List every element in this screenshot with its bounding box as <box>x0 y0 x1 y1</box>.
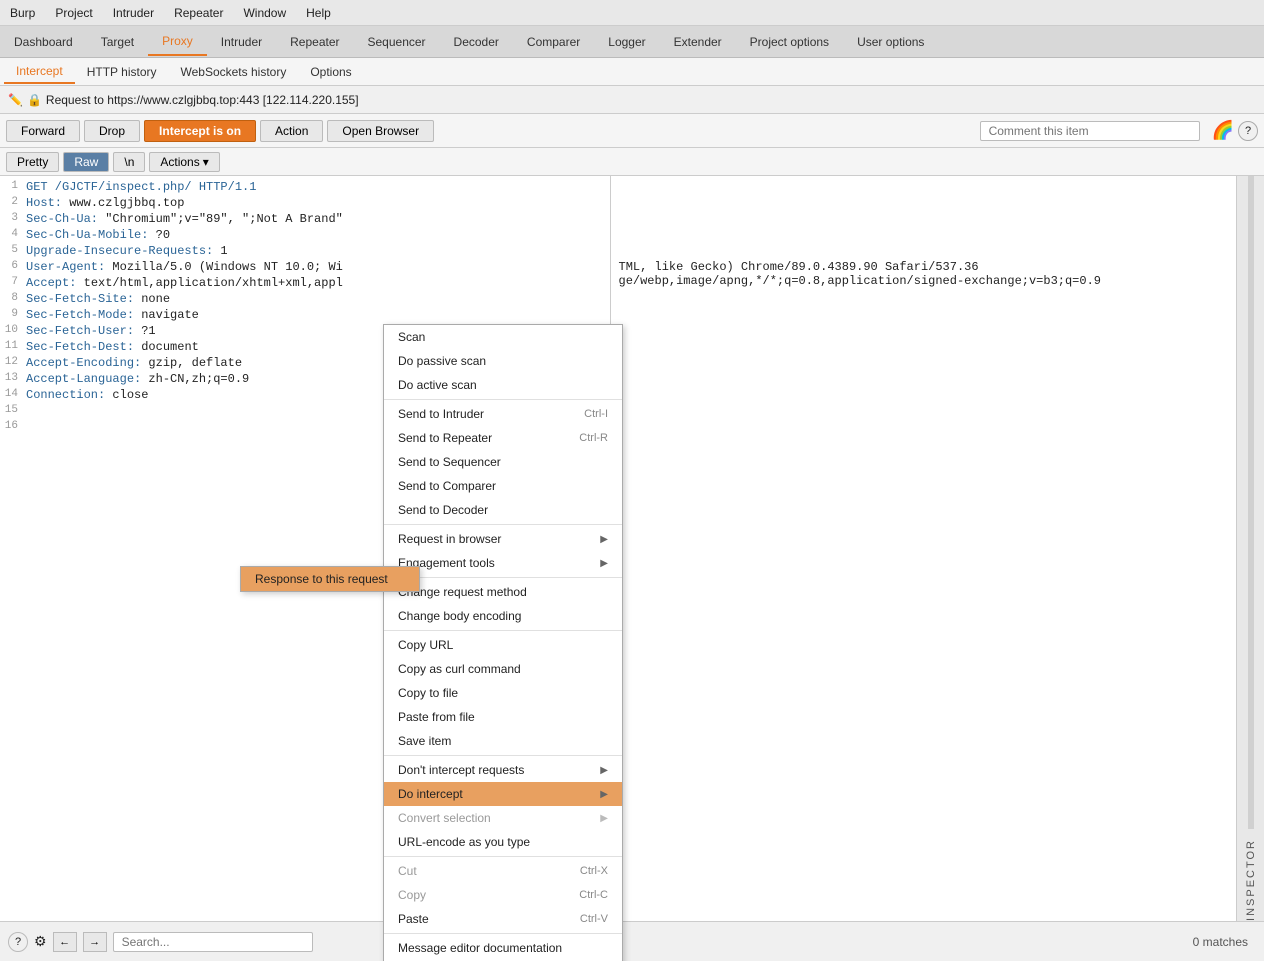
tab-extender[interactable]: Extender <box>660 29 736 55</box>
menu-request-browser[interactable]: Request in browser ▶ <box>384 527 622 551</box>
separator-6 <box>384 856 622 857</box>
tab-sequencer[interactable]: Sequencer <box>354 29 440 55</box>
menu-dont-intercept[interactable]: Don't intercept requests ▶ <box>384 758 622 782</box>
forward-nav-button[interactable]: → <box>83 932 107 952</box>
gear-icon[interactable]: ⚙ <box>34 933 47 950</box>
submenu-response-to-request[interactable]: Response to this request <box>241 567 419 591</box>
tab-dashboard[interactable]: Dashboard <box>0 29 87 55</box>
request-url: Request to https://www.czlgjbbq.top:443 … <box>46 93 359 107</box>
burp-logo-icon: 🌈 <box>1212 120 1234 141</box>
menu-send-decoder[interactable]: Send to Decoder <box>384 498 622 522</box>
tab-intruder[interactable]: Intruder <box>207 29 276 55</box>
toolbar: Forward Drop Intercept is on Action Open… <box>0 114 1264 148</box>
menu-cut: Cut Ctrl-X <box>384 859 622 883</box>
line-9: 9 Sec-Fetch-Mode: navigate <box>0 308 610 324</box>
action-button[interactable]: Action <box>260 120 323 142</box>
tab-pretty[interactable]: Pretty <box>6 152 59 172</box>
do-intercept-submenu: Response to this request <box>240 566 420 592</box>
line-1: 1 GET /GJCTF/inspect.php/ HTTP/1.1 <box>0 180 610 196</box>
right-panel-content: TML, like Gecko) Chrome/89.0.4389.90 Saf… <box>619 260 1229 288</box>
help-circle-icon[interactable]: ? <box>8 932 28 952</box>
menu-url-encode[interactable]: URL-encode as you type <box>384 830 622 854</box>
tab-raw[interactable]: Raw <box>63 152 109 172</box>
menu-send-repeater[interactable]: Send to Repeater Ctrl-R <box>384 426 622 450</box>
menubar: Burp Project Intruder Repeater Window He… <box>0 0 1264 26</box>
chevron-down-icon: ▾ <box>203 155 209 169</box>
separator-7 <box>384 933 622 934</box>
statusbar-left: ? ⚙ ← → <box>8 932 313 952</box>
edit-icon: ✏️ <box>8 93 23 107</box>
help-icon[interactable]: ? <box>1238 121 1258 141</box>
menu-burp[interactable]: Burp <box>0 3 45 23</box>
forward-button[interactable]: Forward <box>6 120 80 142</box>
editor-tabs: Pretty Raw \n Actions ▾ <box>0 148 1264 176</box>
separator-1 <box>384 399 622 400</box>
menu-project[interactable]: Project <box>45 3 102 23</box>
inspector-drag-handle[interactable] <box>1248 176 1254 829</box>
separator-4 <box>384 630 622 631</box>
menu-send-comparer[interactable]: Send to Comparer <box>384 474 622 498</box>
inspector-panel: INSPECTOR <box>1236 176 1264 921</box>
menu-copy-curl[interactable]: Copy as curl command <box>384 657 622 681</box>
comment-input[interactable] <box>980 121 1200 141</box>
tab-decoder[interactable]: Decoder <box>440 29 513 55</box>
subtab-intercept[interactable]: Intercept <box>4 60 75 84</box>
line-7: 7 Accept: text/html,application/xhtml+xm… <box>0 276 610 292</box>
matches-count: 0 matches <box>1193 935 1248 949</box>
menu-paste-from-file[interactable]: Paste from file <box>384 705 622 729</box>
menu-send-intruder[interactable]: Send to Intruder Ctrl-I <box>384 402 622 426</box>
tab-hex[interactable]: \n <box>113 152 145 172</box>
menu-intruder[interactable]: Intruder <box>103 3 164 23</box>
menu-save-item[interactable]: Save item <box>384 729 622 753</box>
tab-logger[interactable]: Logger <box>594 29 659 55</box>
inspector-label: INSPECTOR <box>1245 839 1257 921</box>
tab-target[interactable]: Target <box>87 29 148 55</box>
subtab-websockets-history[interactable]: WebSockets history <box>169 61 299 83</box>
tab-repeater[interactable]: Repeater <box>276 29 353 55</box>
menu-repeater[interactable]: Repeater <box>164 3 233 23</box>
menu-change-body-encoding[interactable]: Change body encoding <box>384 604 622 628</box>
request-bar: ✏️ 🔒 Request to https://www.czlgjbbq.top… <box>0 86 1264 114</box>
tab-comparer[interactable]: Comparer <box>513 29 594 55</box>
open-browser-button[interactable]: Open Browser <box>327 120 434 142</box>
menu-copy-to-file[interactable]: Copy to file <box>384 681 622 705</box>
search-input[interactable] <box>113 932 313 952</box>
line-8: 8 Sec-Fetch-Site: none <box>0 292 610 308</box>
context-menu: Scan Do passive scan Do active scan Send… <box>383 324 623 961</box>
menu-send-sequencer[interactable]: Send to Sequencer <box>384 450 622 474</box>
menu-do-intercept[interactable]: Do intercept ▶ <box>384 782 622 806</box>
lock-icon: 🔒 <box>27 93 42 107</box>
menu-active-scan[interactable]: Do active scan <box>384 373 622 397</box>
back-button[interactable]: ← <box>53 932 77 952</box>
actions-dropdown-button[interactable]: Actions ▾ <box>149 152 219 172</box>
subtab-options[interactable]: Options <box>298 61 363 83</box>
separator-2 <box>384 524 622 525</box>
tab-user-options[interactable]: User options <box>843 29 938 55</box>
line-2: 2 Host: www.czlgjbbq.top <box>0 196 610 212</box>
menu-window[interactable]: Window <box>233 3 296 23</box>
line-4: 4 Sec-Ch-Ua-Mobile: ?0 <box>0 228 610 244</box>
tab-project-options[interactable]: Project options <box>736 29 843 55</box>
intercept-on-button[interactable]: Intercept is on <box>144 120 256 142</box>
proxy-subtabbar: Intercept HTTP history WebSockets histor… <box>0 58 1264 86</box>
tab-proxy[interactable]: Proxy <box>148 28 207 56</box>
main-tabbar: Dashboard Target Proxy Intruder Repeater… <box>0 26 1264 58</box>
menu-message-editor-doc[interactable]: Message editor documentation <box>384 936 622 960</box>
subtab-http-history[interactable]: HTTP history <box>75 61 169 83</box>
menu-help[interactable]: Help <box>296 3 341 23</box>
statusbar: ? ⚙ ← → 0 matches <box>0 921 1264 961</box>
menu-paste[interactable]: Paste Ctrl-V <box>384 907 622 931</box>
drop-button[interactable]: Drop <box>84 120 140 142</box>
menu-passive-scan[interactable]: Do passive scan <box>384 349 622 373</box>
menu-convert-selection: Convert selection ▶ <box>384 806 622 830</box>
menu-copy: Copy Ctrl-C <box>384 883 622 907</box>
line-3: 3 Sec-Ch-Ua: "Chromium";v="89", ";Not A … <box>0 212 610 228</box>
separator-5 <box>384 755 622 756</box>
menu-scan[interactable]: Scan <box>384 325 622 349</box>
menu-copy-url[interactable]: Copy URL <box>384 633 622 657</box>
line-6: 6 User-Agent: Mozilla/5.0 (Windows NT 10… <box>0 260 610 276</box>
line-5: 5 Upgrade-Insecure-Requests: 1 <box>0 244 610 260</box>
